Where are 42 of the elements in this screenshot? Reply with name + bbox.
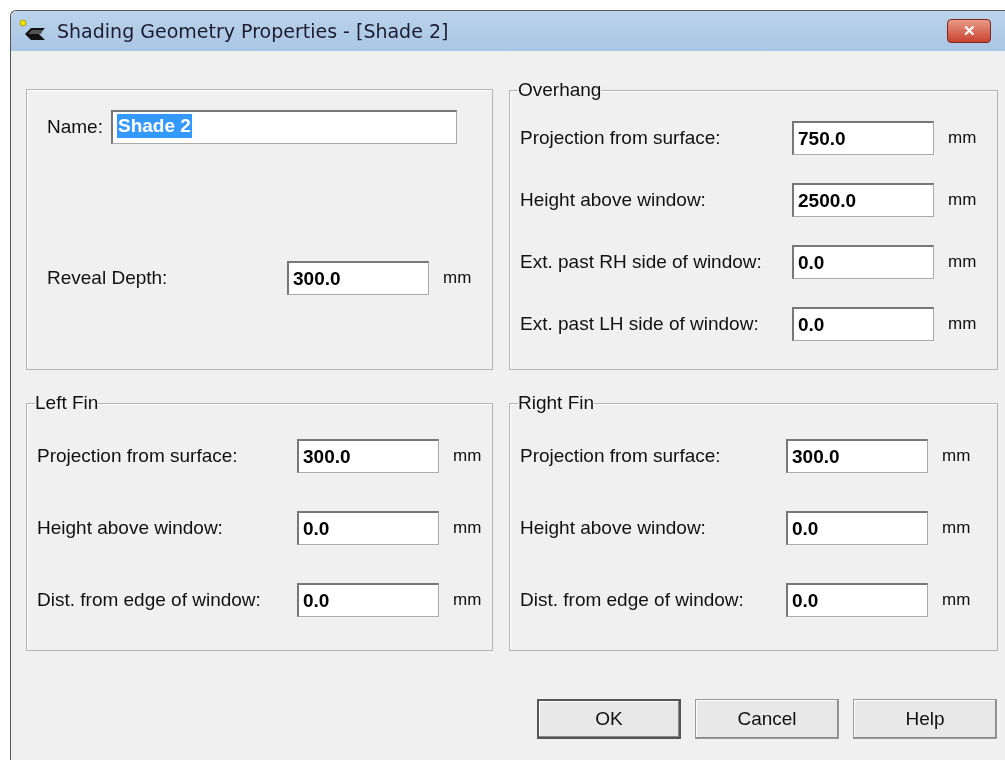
number-field[interactable]: 2500.0: [792, 183, 934, 217]
number-field[interactable]: 0.0: [786, 511, 928, 545]
unit-label: mm: [948, 128, 977, 148]
group-title: Overhang: [518, 79, 602, 101]
unit-label: mm: [453, 518, 482, 538]
number-field[interactable]: 0.0: [792, 307, 934, 341]
number-field[interactable]: 300.0: [297, 439, 439, 473]
number-field[interactable]: 300.0: [786, 439, 928, 473]
number-field[interactable]: 0.0: [786, 583, 928, 617]
number-field[interactable]: 0.0: [792, 245, 934, 279]
field-label: Dist. from edge of window:: [37, 589, 262, 611]
field-label: Height above window:: [37, 517, 224, 539]
field-label: Ext. past RH side of window:: [520, 251, 763, 273]
field-label: Reveal Depth:: [47, 267, 169, 289]
field-label: Projection from surface:: [37, 445, 239, 467]
number-field[interactable]: 0.0: [297, 583, 439, 617]
unit-label: mm: [948, 190, 977, 210]
number-field[interactable]: 750.0: [792, 121, 934, 155]
unit-label: mm: [443, 268, 472, 288]
field-label: Ext. past LH side of window:: [520, 313, 760, 335]
dialog-button[interactable]: OK: [537, 699, 681, 739]
group-title: Right Fin: [518, 392, 595, 414]
number-field[interactable]: 0.0: [297, 511, 439, 545]
field-label: Projection from surface:: [520, 127, 722, 149]
unit-label: mm: [942, 518, 971, 538]
selected-text: Shade 2: [116, 114, 192, 138]
field-label: Height above window:: [520, 517, 707, 539]
unit-label: mm: [942, 590, 971, 610]
unit-label: mm: [453, 590, 482, 610]
number-field[interactable]: 300.0: [287, 261, 429, 295]
field-label: Height above window:: [520, 189, 707, 211]
unit-label: mm: [948, 314, 977, 334]
unit-label: mm: [948, 252, 977, 272]
field-label: Dist. from edge of window:: [520, 589, 745, 611]
field-label: Name:: [47, 116, 103, 138]
group-title: Left Fin: [35, 392, 99, 414]
dialog-button[interactable]: Cancel: [695, 699, 839, 739]
dialog-button[interactable]: Help: [853, 699, 997, 739]
unit-label: mm: [453, 446, 482, 466]
field-label: Projection from surface:: [520, 445, 722, 467]
window-title: Shading Geometry Properties - [Shade 2]: [57, 20, 450, 42]
unit-label: mm: [942, 446, 971, 466]
